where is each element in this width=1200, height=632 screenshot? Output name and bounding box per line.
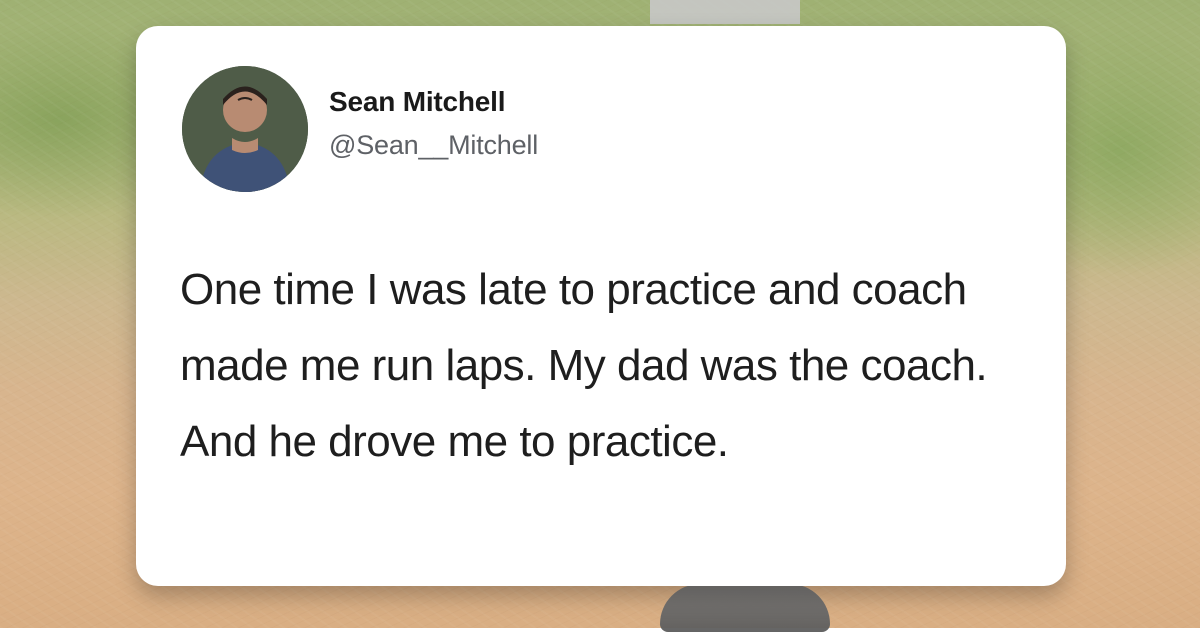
tweet-card: Sean Mitchell @Sean__Mitchell One time I… [136,26,1066,586]
player-shoe [660,584,830,632]
avatar[interactable] [182,66,308,192]
user-handle[interactable]: @Sean__Mitchell [329,130,538,161]
display-name[interactable]: Sean Mitchell [329,86,506,118]
player-torso [650,0,800,24]
tweet-text: One time I was late to practice and coac… [180,265,988,466]
profile-photo-icon [182,66,308,192]
